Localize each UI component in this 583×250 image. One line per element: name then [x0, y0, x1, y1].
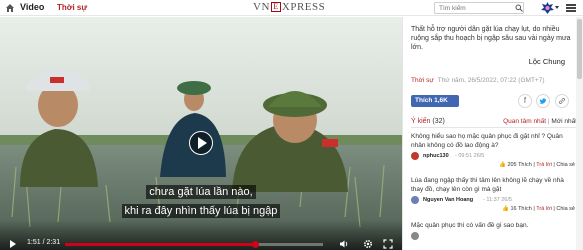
thumbs-up-icon[interactable]: 👍: [502, 206, 509, 212]
sort-separator: |: [547, 118, 550, 125]
comment-item: Không hiểu sao họ mặc quân phục đi gặt n…: [411, 132, 575, 171]
category-link[interactable]: Thời sự: [411, 77, 434, 84]
progress-bar[interactable]: [65, 241, 323, 248]
comment-time: - 09:51 26/5: [455, 153, 485, 159]
player-controls: 1:51 / 2:31: [0, 220, 402, 250]
commenter-name[interactable]: nphuc130: [423, 153, 449, 159]
chevron-down-icon[interactable]: [555, 6, 559, 9]
search-input[interactable]: [434, 2, 524, 14]
subtitle-line-2: khi ra đây nhìn thấy lúa bị ngập: [0, 204, 402, 218]
video-description: Thất hỗ trợ người dân gặt lúa chạy lụt, …: [411, 26, 571, 51]
video-player[interactable]: chưa gặt lúa lần nào, khi ra đây nhìn th…: [0, 17, 402, 250]
comments-count: (32): [432, 118, 445, 125]
link-icon[interactable]: [555, 94, 569, 108]
commenter-name[interactable]: Nguyen Van Hoang: [423, 197, 473, 203]
top-header: Video Thời sự VN E XPRESS: [0, 0, 583, 16]
play-button[interactable]: [189, 131, 213, 155]
comments-header: Ý kiến (32) Quan tâm nhất | Mới nhất: [411, 118, 577, 125]
comment-time: - 11:37 26/5: [483, 197, 512, 203]
facebook-icon[interactable]: f: [518, 94, 532, 108]
scrollbar[interactable]: [576, 17, 583, 250]
like-link[interactable]: Thích: [518, 206, 532, 212]
article-panel: Thất hỗ trợ người dân gặt lúa chạy lụt, …: [402, 17, 583, 250]
comments-title: Ý kiến: [411, 118, 431, 125]
sort-top-tab[interactable]: Quan tâm nhất: [503, 118, 546, 125]
avatar[interactable]: [411, 196, 419, 204]
like-count: 205: [507, 162, 517, 168]
article-meta: Thời sự Thứ năm, 26/5/2022, 07:22 (GMT+7): [411, 77, 544, 84]
progress-fill: [65, 243, 255, 246]
sort-newest-tab[interactable]: Mới nhất: [551, 118, 577, 125]
like-count: 16: [510, 206, 517, 212]
avatar[interactable]: [411, 232, 419, 240]
play-icon[interactable]: [10, 240, 16, 248]
comment-item: Mặc quân phục thì có vấn đề gì sao bạn.: [411, 221, 575, 242]
progress-knob[interactable]: [251, 241, 259, 248]
like-link[interactable]: Thích: [518, 162, 532, 168]
twitter-icon[interactable]: [536, 94, 550, 108]
comment-sort: Quan tâm nhất | Mới nhất: [503, 118, 577, 125]
scrollbar-thumb[interactable]: [577, 19, 582, 79]
time-display: 1:51 / 2:31: [27, 239, 61, 246]
avatar-icon[interactable]: [541, 2, 554, 14]
volume-icon[interactable]: [339, 239, 349, 249]
avatar[interactable]: [411, 152, 419, 160]
comment-text: Mặc quân phục thì có vấn đề gì sao bạn.: [411, 222, 529, 229]
reply-link[interactable]: Trả lời: [536, 162, 552, 168]
divider: [411, 127, 577, 128]
comment-text: Lúa đang ngập thấy thì tâm lên không lẽ …: [411, 177, 564, 193]
author-name: Lộc Chung: [528, 57, 565, 66]
search-icon[interactable]: [515, 4, 523, 12]
share-link[interactable]: Chia sẻ: [556, 162, 575, 168]
share-link[interactable]: Chia sẻ: [556, 206, 575, 212]
comment-actions: 👍 205 Thích | Trả lời | Chia sẻ: [499, 162, 575, 168]
section-title[interactable]: Video: [20, 2, 44, 12]
home-icon[interactable]: [5, 3, 15, 13]
facebook-like-button[interactable]: Thích 1,6K: [411, 95, 459, 107]
reply-link[interactable]: Trả lời: [536, 206, 552, 212]
subtitle-line-1: chưa gặt lúa lần nào,: [0, 185, 402, 199]
menu-icon[interactable]: [566, 4, 576, 12]
comment-actions: 👍 16 Thích | Trả lời | Chia sẻ: [502, 206, 575, 212]
fullscreen-icon[interactable]: [383, 239, 393, 249]
settings-icon[interactable]: [363, 239, 373, 249]
subsection-link[interactable]: Thời sự: [57, 3, 87, 12]
comment-text: Không hiểu sao họ mặc quân phục đi gặt n…: [411, 133, 563, 149]
article-datetime: Thứ năm, 26/5/2022, 07:22 (GMT+7): [437, 77, 545, 84]
comment-item: Lúa đang ngập thấy thì tâm lên không lẽ …: [411, 176, 575, 215]
thumbs-up-icon[interactable]: 👍: [499, 162, 506, 168]
like-label: Thích 1,6K: [415, 97, 448, 104]
site-logo[interactable]: VN E XPRESS: [253, 1, 325, 13]
